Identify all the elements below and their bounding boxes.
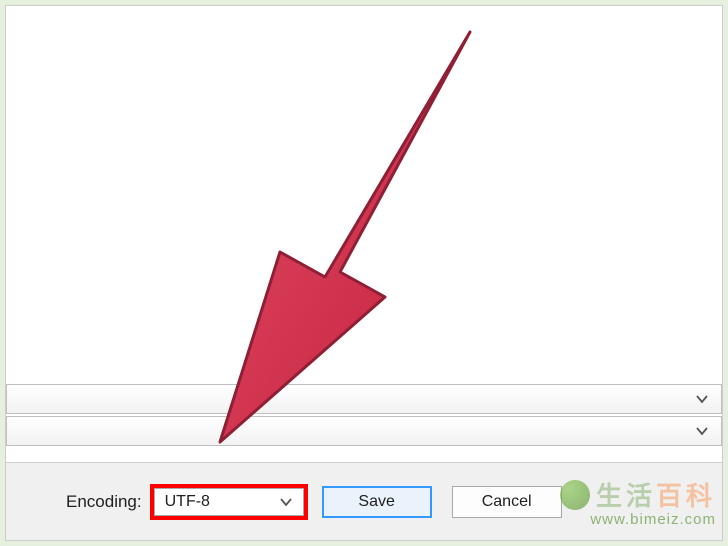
save-button-label: Save — [358, 493, 394, 511]
cancel-button-label: Cancel — [482, 493, 532, 511]
encoding-label: Encoding: — [66, 492, 142, 512]
encoding-highlight: UTF-8 — [150, 484, 308, 520]
encoding-select[interactable]: UTF-8 — [154, 488, 304, 516]
filename-dropdown[interactable] — [6, 384, 722, 414]
encoding-value: UTF-8 — [165, 493, 210, 511]
chevron-down-icon — [279, 495, 293, 509]
cancel-button[interactable]: Cancel — [452, 486, 562, 518]
save-button[interactable]: Save — [322, 486, 432, 518]
chevron-down-icon — [695, 424, 709, 438]
bottom-bar: Encoding: UTF-8 Save Cancel — [6, 462, 722, 540]
filetype-dropdown[interactable] — [6, 416, 722, 446]
main-panel: Encoding: UTF-8 Save Cancel — [5, 5, 723, 541]
chevron-down-icon — [695, 392, 709, 406]
